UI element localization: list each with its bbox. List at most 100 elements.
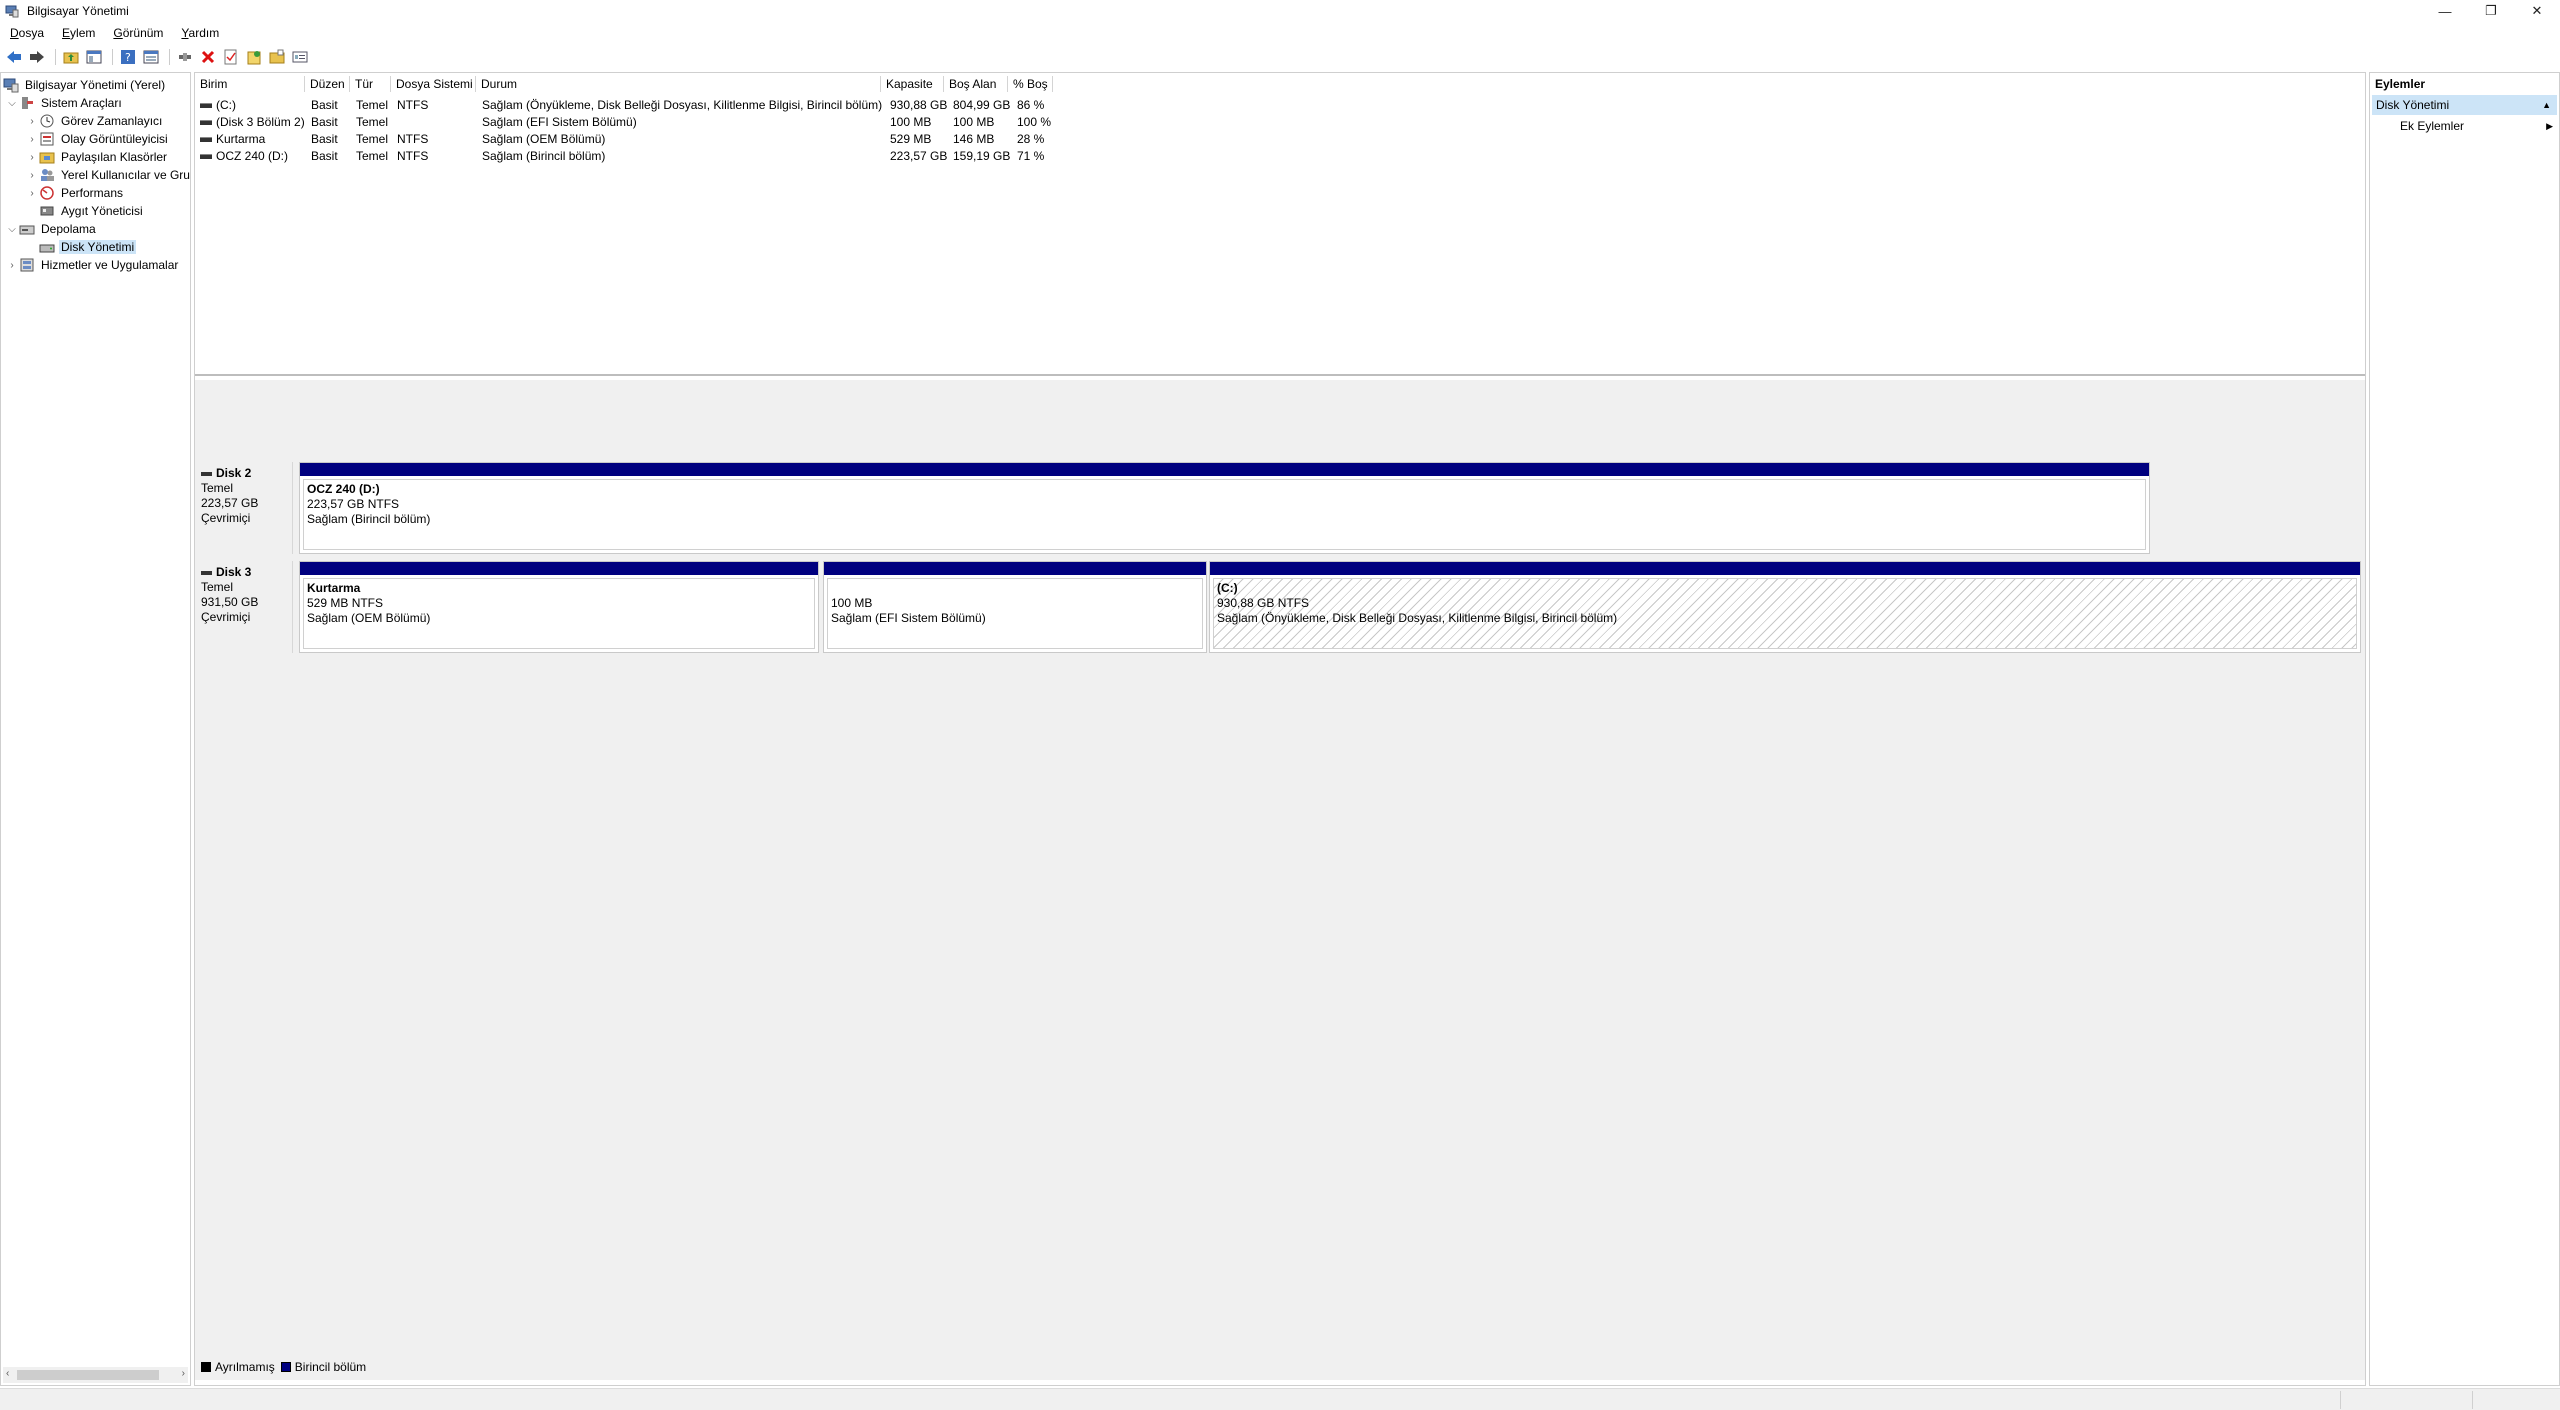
horizontal-scrollbar[interactable]: ‹ ›	[3, 1367, 188, 1383]
storage-icon	[19, 221, 35, 237]
disk-3-info[interactable]: Disk 3 Temel 931,50 GB Çevrimiçi	[195, 561, 293, 653]
scroll-left-icon[interactable]: ‹	[6, 1368, 9, 1379]
legend: Ayrılmamış Birincil bölüm	[201, 1360, 372, 1374]
column-header-capacity[interactable]: Kapasite	[881, 76, 944, 92]
chevron-right-icon[interactable]: ›	[25, 116, 39, 127]
tree-system-tools[interactable]: ⌵ Sistem Araçları	[5, 94, 124, 112]
tree-storage[interactable]: ⌵ Depolama	[5, 220, 98, 238]
folder-icon[interactable]	[267, 47, 287, 67]
actions-section-disk-management[interactable]: Disk Yönetimi ▲	[2372, 95, 2557, 115]
table-cell: NTFS	[397, 98, 429, 112]
properties-icon[interactable]	[290, 47, 310, 67]
tree-performance[interactable]: › Performans	[25, 184, 125, 202]
tree-event-viewer[interactable]: › Olay Görüntüleyicisi	[25, 130, 170, 148]
collapse-icon[interactable]: ▲	[2542, 100, 2551, 110]
disk-name: Disk 2	[216, 466, 252, 480]
restore-button[interactable]: ❐	[2468, 0, 2514, 22]
scroll-right-icon[interactable]: ›	[182, 1368, 185, 1379]
chevron-right-icon[interactable]: ›	[5, 260, 19, 271]
close-button[interactable]: ✕	[2514, 0, 2560, 22]
scrollbar-thumb[interactable]	[17, 1370, 159, 1380]
table-row[interactable]: (C:)	[200, 97, 236, 114]
delete-icon[interactable]	[198, 47, 218, 67]
partition-name: Kurtarma	[307, 581, 361, 595]
more-actions-item[interactable]: Ek Eylemler ▶	[2370, 115, 2559, 137]
console-tree-pane: Bilgisayar Yönetimi (Yerel) ⌵ Sistem Ara…	[0, 72, 191, 1386]
menu-action[interactable]: Eylem	[52, 26, 103, 40]
partition-size: 100 MB	[831, 596, 873, 610]
properties-window-icon[interactable]	[141, 47, 161, 67]
check-icon[interactable]	[221, 47, 241, 67]
disk-2-info[interactable]: Disk 2 Temel 223,57 GB Çevrimiçi	[195, 462, 293, 554]
tree-services[interactable]: › Hizmetler ve Uygulamalar	[5, 256, 180, 274]
disk-icon	[201, 570, 212, 575]
table-cell: 71 %	[1017, 149, 1045, 163]
disk-type: Temel	[201, 481, 234, 495]
actions-section-label: Disk Yönetimi	[2376, 98, 2450, 112]
partition-efi[interactable]: 100 MB Sağlam (EFI Sistem Bölümü)	[823, 561, 1207, 653]
menu-view[interactable]: Görünüm	[103, 26, 171, 40]
column-header-type[interactable]: Tür	[350, 76, 391, 92]
column-header-file-system[interactable]: Dosya Sistemi	[391, 76, 476, 92]
table-cell: Sağlam (OEM Bölümü)	[482, 132, 606, 146]
forward-arrow-icon[interactable]	[27, 47, 47, 67]
column-header-volume[interactable]: Birim	[195, 76, 305, 92]
tree-shared-folders[interactable]: › Paylaşılan Klasörler	[25, 148, 169, 166]
new-volume-icon[interactable]	[244, 47, 264, 67]
table-cell: 930,88 GB	[890, 98, 948, 112]
volume-icon	[200, 103, 212, 109]
disk-size: 223,57 GB	[201, 496, 259, 510]
partition-ocz-240[interactable]: OCZ 240 (D:) 223,57 GB NTFS Sağlam (Biri…	[299, 462, 2150, 554]
users-icon	[39, 167, 55, 183]
volume-icon	[200, 154, 212, 160]
column-header-free-space[interactable]: Boş Alan	[944, 76, 1008, 92]
chevron-right-icon[interactable]: ›	[25, 134, 39, 145]
tree-device-manager[interactable]: Aygıt Yöneticisi	[39, 202, 145, 220]
tree-task-scheduler[interactable]: › Görev Zamanlayıcı	[25, 112, 164, 130]
primary-partition-bar	[824, 562, 1206, 575]
table-row[interactable]: (Disk 3 Bölüm 2)	[200, 114, 305, 131]
chevron-right-icon[interactable]: ›	[25, 152, 39, 163]
back-arrow-icon[interactable]	[4, 47, 24, 67]
tree-root[interactable]: Bilgisayar Yönetimi (Yerel)	[3, 76, 167, 94]
shared-folder-icon	[39, 149, 55, 165]
connect-icon[interactable]	[175, 47, 195, 67]
partition-name	[831, 581, 1199, 596]
table-cell: NTFS	[397, 132, 429, 146]
primary-partition-bar	[300, 562, 818, 575]
event-viewer-icon	[39, 131, 55, 147]
computer-management-icon	[3, 77, 19, 93]
chevron-down-icon[interactable]: ⌵	[5, 224, 19, 235]
chevron-down-icon[interactable]: ⌵	[5, 98, 19, 109]
table-cell: Temel	[356, 132, 389, 146]
minimize-button[interactable]: —	[2422, 0, 2468, 22]
menu-help[interactable]: Yardım	[171, 26, 227, 40]
help-icon[interactable]: ?	[118, 47, 138, 67]
disk-status: Çevrimiçi	[201, 511, 251, 525]
menu-file[interactable]: Dosya	[0, 26, 52, 40]
clock-icon	[39, 113, 55, 129]
disk-management-pane: Birim Düzen Tür Dosya Sistemi Durum Kapa…	[194, 72, 2366, 1386]
tree-disk-management[interactable]: Disk Yönetimi	[39, 238, 137, 256]
up-folder-icon[interactable]	[61, 47, 81, 67]
console-tree-icon[interactable]	[84, 47, 104, 67]
partition-status: Sağlam (Önyükleme, Disk Belleği Dosyası,…	[1217, 611, 1618, 625]
toolbar-separator	[169, 49, 170, 65]
table-cell: Sağlam (Önyükleme, Disk Belleği Dosyası,…	[482, 98, 883, 112]
services-icon	[19, 257, 35, 273]
chevron-right-icon[interactable]: ›	[25, 188, 39, 199]
computer-management-icon	[5, 4, 19, 18]
column-header-status[interactable]: Durum	[476, 76, 881, 92]
volume-icon	[200, 137, 212, 143]
column-header-percent-free[interactable]: % Boş	[1008, 76, 1053, 92]
partition-c[interactable]: (C:) 930,88 GB NTFS Sağlam (Önyükleme, D…	[1209, 561, 2361, 653]
column-header-layout[interactable]: Düzen	[305, 76, 350, 92]
chevron-right-icon[interactable]: ›	[25, 170, 39, 181]
tree-local-users[interactable]: › Yerel Kullanıcılar ve Gru	[25, 166, 190, 184]
title-bar: Bilgisayar Yönetimi — ❐ ✕	[0, 0, 2560, 22]
table-row[interactable]: OCZ 240 (D:)	[200, 148, 288, 165]
partition-body: Kurtarma 529 MB NTFS Sağlam (OEM Bölümü)	[303, 578, 815, 649]
table-row[interactable]: Kurtarma	[200, 131, 265, 148]
table-cell: Temel	[356, 98, 389, 112]
partition-kurtarma[interactable]: Kurtarma 529 MB NTFS Sağlam (OEM Bölümü)	[299, 561, 819, 653]
